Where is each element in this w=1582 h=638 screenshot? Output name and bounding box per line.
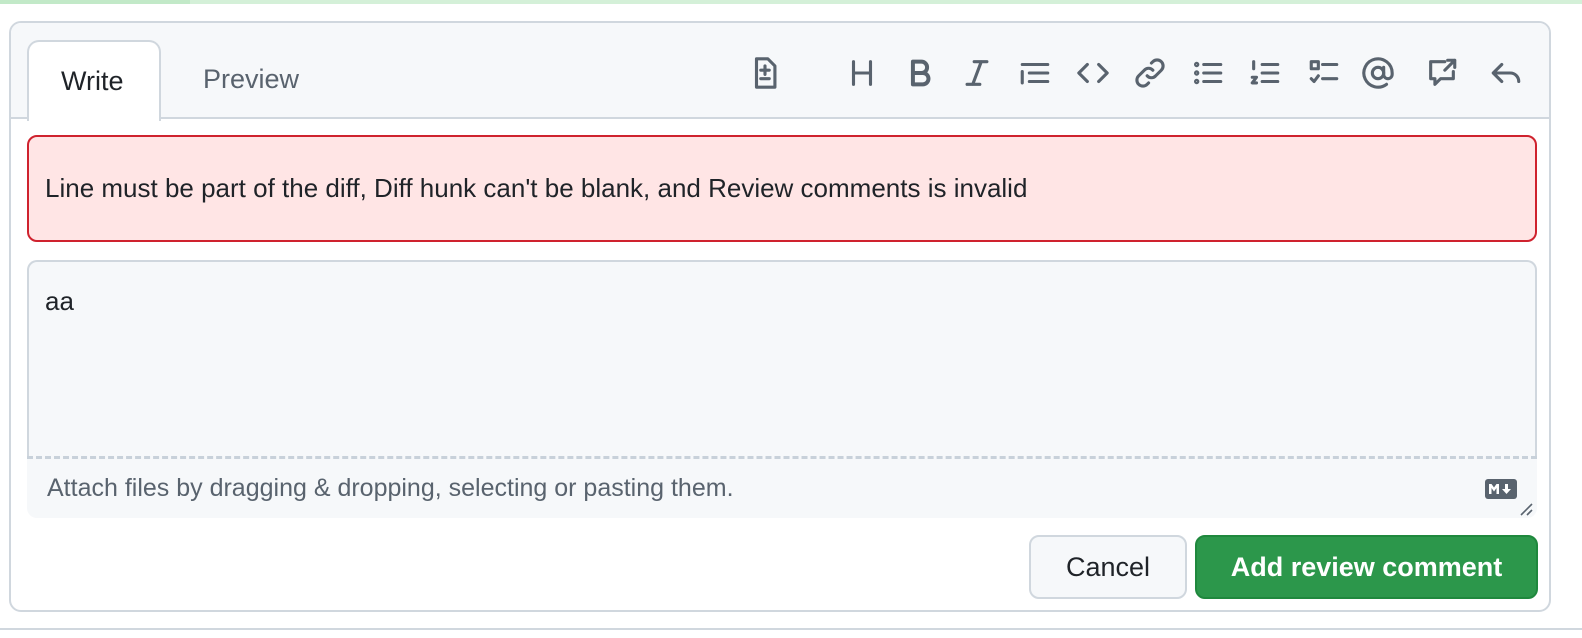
attach-files-hint[interactable]: Attach files by dragging & dropping, sel… [47,474,734,503]
cross-reference-icon[interactable] [1420,51,1464,95]
add-review-comment-button[interactable]: Add review comment [1195,535,1538,599]
diff-icon[interactable] [743,51,787,95]
link-icon[interactable] [1128,51,1172,95]
task-list-icon[interactable] [1302,51,1346,95]
error-banner: Line must be part of the diff, Diff hunk… [27,135,1537,242]
italic-icon[interactable] [955,51,999,95]
bold-icon[interactable] [898,51,942,95]
top-progress-line [0,0,1582,4]
quote-icon[interactable] [1013,51,1057,95]
bottom-border [0,628,1582,630]
top-progress-segment [0,0,190,4]
ordered-list-icon[interactable] [1243,51,1287,95]
attach-divider [27,456,1537,459]
tab-preview[interactable]: Preview [171,40,331,119]
cancel-button[interactable]: Cancel [1029,535,1187,599]
resize-handle-icon[interactable] [1517,500,1533,516]
markdown-icon[interactable] [1485,479,1517,499]
heading-icon[interactable] [840,51,884,95]
code-icon[interactable] [1071,51,1115,95]
mention-icon[interactable] [1356,51,1400,95]
reply-icon[interactable] [1484,51,1528,95]
comment-textarea[interactable]: aa [27,260,1537,458]
tab-write[interactable]: Write [27,40,161,121]
unordered-list-icon[interactable] [1186,51,1230,95]
comment-editor: aa Attach files by dragging & dropping, … [27,260,1537,518]
editor-header: Write Preview [11,23,1549,121]
review-comment-form: Write Preview Line must be part of the d… [9,21,1551,612]
